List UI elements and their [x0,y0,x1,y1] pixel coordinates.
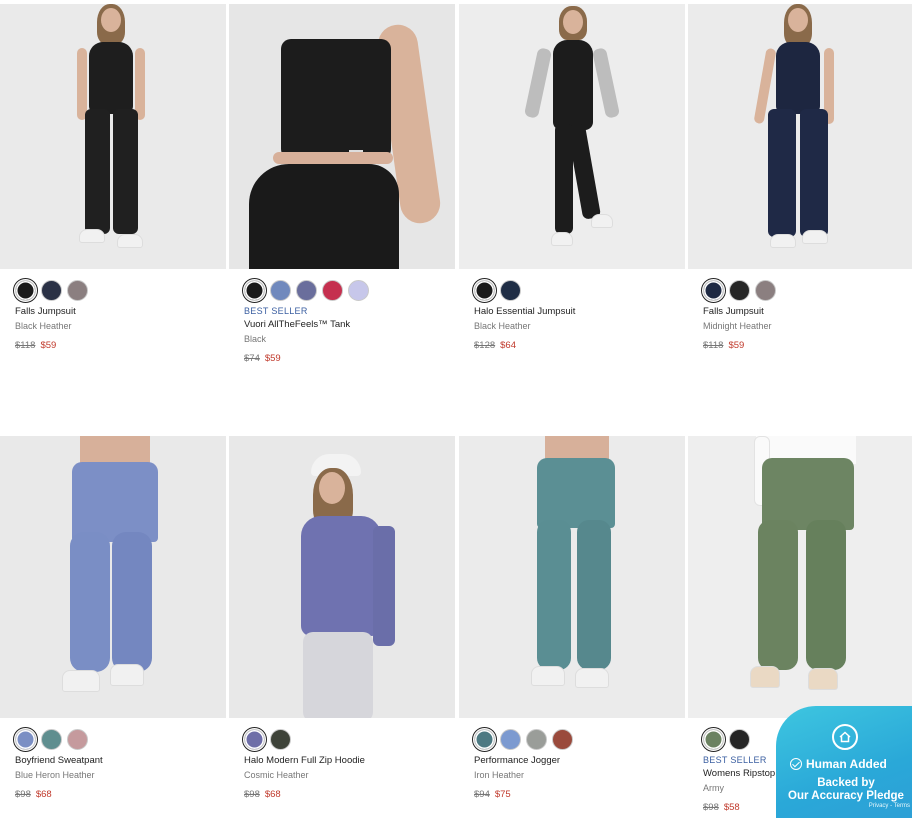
human-added-text: Human Added [806,757,887,771]
color-swatches [688,277,912,303]
product-image[interactable] [688,4,912,269]
original-price: $94 [474,789,490,800]
product-name[interactable]: Performance Jogger [474,755,685,766]
color-swatches [0,277,226,303]
color-swatches [0,726,226,752]
original-price: $118 [703,340,724,351]
color-swatches [459,726,685,752]
swatch[interactable] [242,277,267,303]
product-image[interactable] [229,4,455,269]
product-price: $74 $59 [244,353,281,364]
product-image[interactable] [459,436,685,718]
product-color: Black [244,334,267,344]
sale-price: $68 [35,789,52,800]
swatch[interactable] [472,726,497,752]
product-color: Midnight Heather [703,321,772,331]
swatch[interactable] [552,728,573,750]
product-price: $128 $64 [474,340,516,351]
swatch[interactable] [348,279,369,301]
product-price: $98 $68 [244,789,281,800]
check-circle-icon [790,758,802,770]
human-added-label: Human Added [790,757,887,771]
house-icon [832,724,858,750]
product-grid: Falls Jumpsuit Black Heather $118 $59 BES… [0,0,912,818]
product-color: Iron Heather [474,770,525,780]
original-price: $74 [244,353,260,364]
product-price: $118 $59 [703,340,744,351]
swatch[interactable] [729,728,750,750]
product-card[interactable]: Halo Modern Full Zip Hoodie Cosmic Heath… [229,436,455,802]
pledge-line-1: Backed by [817,777,875,789]
swatch[interactable] [296,279,317,301]
swatch[interactable] [500,279,521,301]
pledge-line-2: Our Accuracy Pledge [788,790,904,802]
sale-price: $59 [40,340,57,351]
sale-price: $64 [500,340,516,351]
product-image[interactable] [459,4,685,269]
privacy-terms-link[interactable]: Privacy - Terms [869,803,910,809]
original-price: $128 [474,340,496,351]
color-swatches [229,726,455,752]
product-name[interactable]: Falls Jumpsuit [703,306,912,317]
sale-price: $59 [728,340,745,351]
original-price: $98 [244,789,260,800]
product-price: $98 $58 [703,802,740,813]
swatch[interactable] [67,279,88,301]
swatch[interactable] [701,277,726,303]
product-image[interactable] [229,436,455,718]
swatch[interactable] [242,726,267,752]
swatch[interactable] [526,728,547,750]
product-image[interactable] [0,4,226,269]
original-price: $118 [15,340,36,351]
original-price: $98 [15,789,31,800]
swatch[interactable] [472,277,497,303]
swatch[interactable] [322,279,343,301]
sale-price: $75 [494,789,511,800]
product-price: $98 $68 [15,789,52,800]
swatch[interactable] [701,726,726,752]
swatch[interactable] [755,279,776,301]
product-name[interactable]: Boyfriend Sweatpant [15,755,226,766]
product-card[interactable]: BEST SELLER Vuori AllTheFeels™ Tank Blac… [229,4,455,366]
product-card[interactable]: Performance Jogger Iron Heather $94 $75 [459,436,685,802]
swatch[interactable] [270,728,291,750]
swatch[interactable] [41,728,62,750]
swatch[interactable] [67,728,88,750]
original-price: $98 [703,802,719,813]
accuracy-pledge-badge[interactable]: Human Added Backed by Our Accuracy Pledg… [776,706,912,818]
product-card[interactable]: Boyfriend Sweatpant Blue Heron Heather $… [0,436,226,802]
sale-price: $58 [723,802,740,813]
swatch[interactable] [270,279,291,301]
swatch[interactable] [41,279,62,301]
product-card[interactable]: Falls Jumpsuit Midnight Heather $118 $59 [688,4,912,353]
product-color: Cosmic Heather [244,770,309,780]
color-swatches [459,277,685,303]
swatch[interactable] [500,728,521,750]
sale-price: $68 [264,789,281,800]
product-name[interactable]: Vuori AllTheFeels™ Tank [244,319,455,330]
product-card[interactable]: Falls Jumpsuit Black Heather $118 $59 [0,4,226,353]
best-seller-badge: BEST SELLER [244,306,308,316]
product-color: Black Heather [474,321,531,331]
product-image[interactable] [0,436,226,718]
product-price: $118 $59 [15,340,56,351]
product-color: Blue Heron Heather [15,770,95,780]
swatch[interactable] [13,277,38,303]
swatch[interactable] [729,279,750,301]
swatch[interactable] [13,726,38,752]
sale-price: $59 [264,353,281,364]
product-card[interactable]: Halo Essential Jumpsuit Black Heather $1… [459,4,685,353]
product-name[interactable]: Falls Jumpsuit [15,306,226,317]
product-price: $94 $75 [474,789,511,800]
product-name[interactable]: Halo Essential Jumpsuit [474,306,685,317]
color-swatches [229,277,455,303]
product-color: Black Heather [15,321,72,331]
product-name[interactable]: Halo Modern Full Zip Hoodie [244,755,455,766]
product-image[interactable] [688,436,912,718]
